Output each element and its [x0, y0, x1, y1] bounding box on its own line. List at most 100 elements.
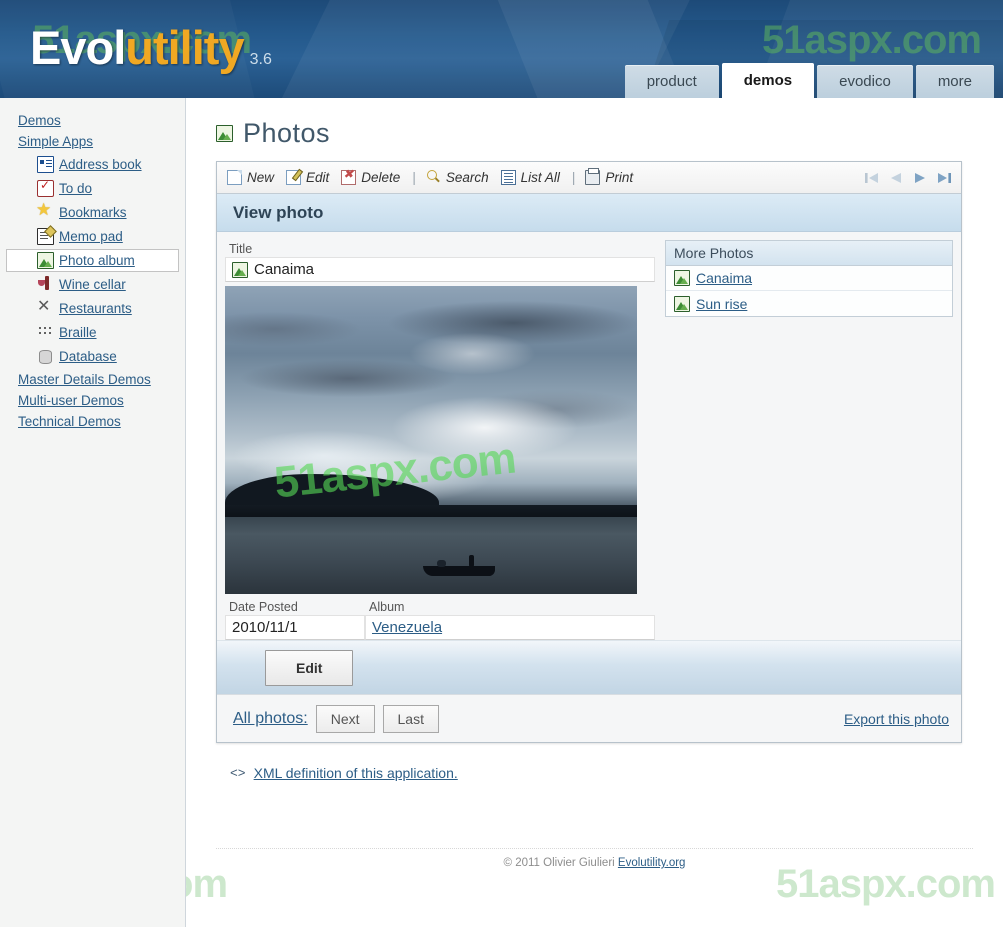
edit-record-button[interactable]: Edit — [265, 649, 354, 686]
page-title: Photos — [243, 118, 331, 148]
search-button-label: Search — [445, 170, 489, 185]
printer-icon — [585, 168, 601, 185]
record-left-column: Title Canaima 51aspx.com Date Posted 201… — [225, 240, 655, 640]
wine-icon — [37, 276, 54, 293]
toolbar-separator: | — [571, 170, 576, 185]
toolbar-separator: | — [412, 170, 416, 185]
more-photos-item-label: Canaima — [696, 270, 753, 286]
sidebar-item-label: To do — [59, 181, 93, 196]
new-button[interactable]: New — [227, 170, 274, 185]
more-photos-item-label: Sun rise — [696, 295, 748, 312]
sidebar-item-braille[interactable]: Braille — [6, 321, 179, 344]
logo-text-accent: utility — [125, 21, 244, 74]
sidebar-item-label: Memo pad — [59, 229, 123, 244]
nav-tab-product[interactable]: product — [624, 65, 719, 98]
sidebar-item-restaurants[interactable]: Restaurants — [6, 296, 179, 320]
photo-icon — [674, 270, 690, 286]
sidebar-item-technical-demos[interactable]: Technical Demos — [0, 411, 185, 432]
footer-divider — [216, 848, 973, 849]
search-button[interactable]: Search — [426, 170, 489, 185]
magnifier-icon — [426, 170, 441, 185]
nav-tab-demos[interactable]: demos — [721, 63, 815, 98]
star-icon — [36, 200, 54, 221]
print-button[interactable]: Print — [585, 168, 633, 185]
logo-text-primary: Evol — [30, 21, 126, 74]
sidebar-item-label: Wine cellar — [59, 277, 126, 292]
sidebar-item-memo-pad[interactable]: Memo pad — [6, 225, 179, 248]
first-record-button[interactable] — [861, 167, 883, 189]
photo-icon — [674, 295, 690, 312]
footer-text: © 2011 Olivier Giulieri Evolutility.org — [186, 857, 1003, 869]
footer-copyright: © 2011 Olivier Giulieri — [503, 857, 618, 869]
next-page-button[interactable]: Next — [315, 704, 375, 733]
last-page-button[interactable]: Last — [382, 704, 439, 733]
footer-site-link[interactable]: Evolutility.org — [618, 857, 686, 869]
new-button-label: New — [247, 170, 275, 185]
title-field-label: Title — [229, 242, 253, 256]
photo-metadata-row: Date Posted 2010/11/1 Album Venezuela — [225, 598, 655, 640]
album-label: Album — [369, 600, 405, 614]
site-header: 51aspx.com 51aspx.com Evolutility 3.6 pro… — [0, 0, 1003, 98]
album-field: Album Venezuela — [365, 598, 655, 640]
next-record-button[interactable] — [909, 167, 931, 189]
photo-icon — [37, 252, 54, 269]
sidebar-item-demos[interactable]: Demos — [0, 110, 185, 131]
last-record-button[interactable] — [933, 167, 955, 189]
sidebar-item-simple-apps[interactable]: Simple Apps — [0, 131, 185, 152]
sidebar-item-wine-cellar[interactable]: Wine cellar — [6, 273, 179, 296]
logo-version: 3.6 — [249, 51, 272, 68]
all-photos-link[interactable]: All photos: — [233, 710, 308, 728]
pencil-edit-icon — [286, 170, 302, 185]
date-posted-label: Date Posted — [229, 600, 298, 614]
sidebar-item-address-book[interactable]: Address book — [6, 153, 179, 176]
edit-button-label: Edit — [306, 170, 330, 185]
record-toolbar: New Edit Delete | Search List All — [217, 162, 961, 194]
nav-tab-evodico[interactable]: evodico — [817, 65, 913, 98]
new-document-icon — [227, 170, 242, 185]
sidebar-item-label: Photo album — [59, 253, 135, 268]
record-right-column: More Photos Canaima Sun rise — [665, 240, 953, 640]
photo-water — [225, 517, 637, 594]
sidebar-item-database[interactable]: Database — [6, 345, 179, 368]
export-photo-link[interactable]: Export this photo — [844, 711, 949, 727]
sidebar-item-to-do[interactable]: To do — [6, 177, 179, 200]
list-all-button[interactable]: List All — [500, 170, 560, 185]
sidebar-item-label: Bookmarks — [59, 205, 127, 220]
delete-x-icon — [341, 167, 357, 185]
date-posted-field: Date Posted 2010/11/1 — [225, 598, 365, 640]
title-field-text: Canaima — [254, 261, 315, 278]
code-brackets-icon: <> — [230, 765, 246, 781]
braille-icon — [37, 324, 54, 341]
main-navigation: product demos evodico more — [624, 63, 994, 98]
sidebar-item-photo-album[interactable]: Photo album — [6, 249, 179, 272]
sidebar-item-multi-user-demos[interactable]: Multi-user Demos — [0, 390, 185, 411]
more-photos-item-canaima[interactable]: Canaima — [666, 266, 952, 291]
photo-preview[interactable]: 51aspx.com — [225, 286, 637, 594]
main-content: Photos New Edit Delete | — [186, 98, 1003, 927]
memo-pad-icon — [37, 228, 54, 245]
database-icon — [37, 348, 54, 365]
site-logo[interactable]: Evolutility 3.6 — [30, 24, 272, 71]
section-heading: View photo — [217, 194, 961, 232]
album-value: Venezuela — [365, 615, 655, 640]
sidebar-item-bookmarks[interactable]: Bookmarks — [6, 200, 179, 224]
list-all-button-label: List All — [520, 170, 560, 185]
sidebar-item-label: Restaurants — [59, 301, 132, 316]
address-book-icon — [37, 156, 54, 173]
more-photos-item-sun-rise[interactable]: Sun rise — [666, 291, 952, 316]
delete-button-label: Delete — [361, 170, 401, 185]
xml-definition-row: <> XML definition of this application. — [230, 765, 983, 781]
sidebar-item-label: Address book — [59, 157, 142, 172]
sidebar-item-label: Braille — [59, 325, 97, 340]
edit-button[interactable]: Edit — [286, 170, 329, 185]
cutlery-icon — [37, 296, 54, 317]
photo-icon — [216, 125, 233, 142]
delete-button[interactable]: Delete — [341, 167, 401, 185]
album-link[interactable]: Venezuela — [372, 619, 442, 636]
xml-definition-link[interactable]: XML definition of this application. — [254, 765, 458, 781]
previous-record-button[interactable] — [885, 167, 907, 189]
edit-action-bar: Edit — [217, 640, 961, 694]
nav-tab-more[interactable]: more — [915, 65, 994, 98]
sidebar-item-master-details-demos[interactable]: Master Details Demos — [0, 369, 185, 390]
checklist-icon — [37, 178, 54, 197]
